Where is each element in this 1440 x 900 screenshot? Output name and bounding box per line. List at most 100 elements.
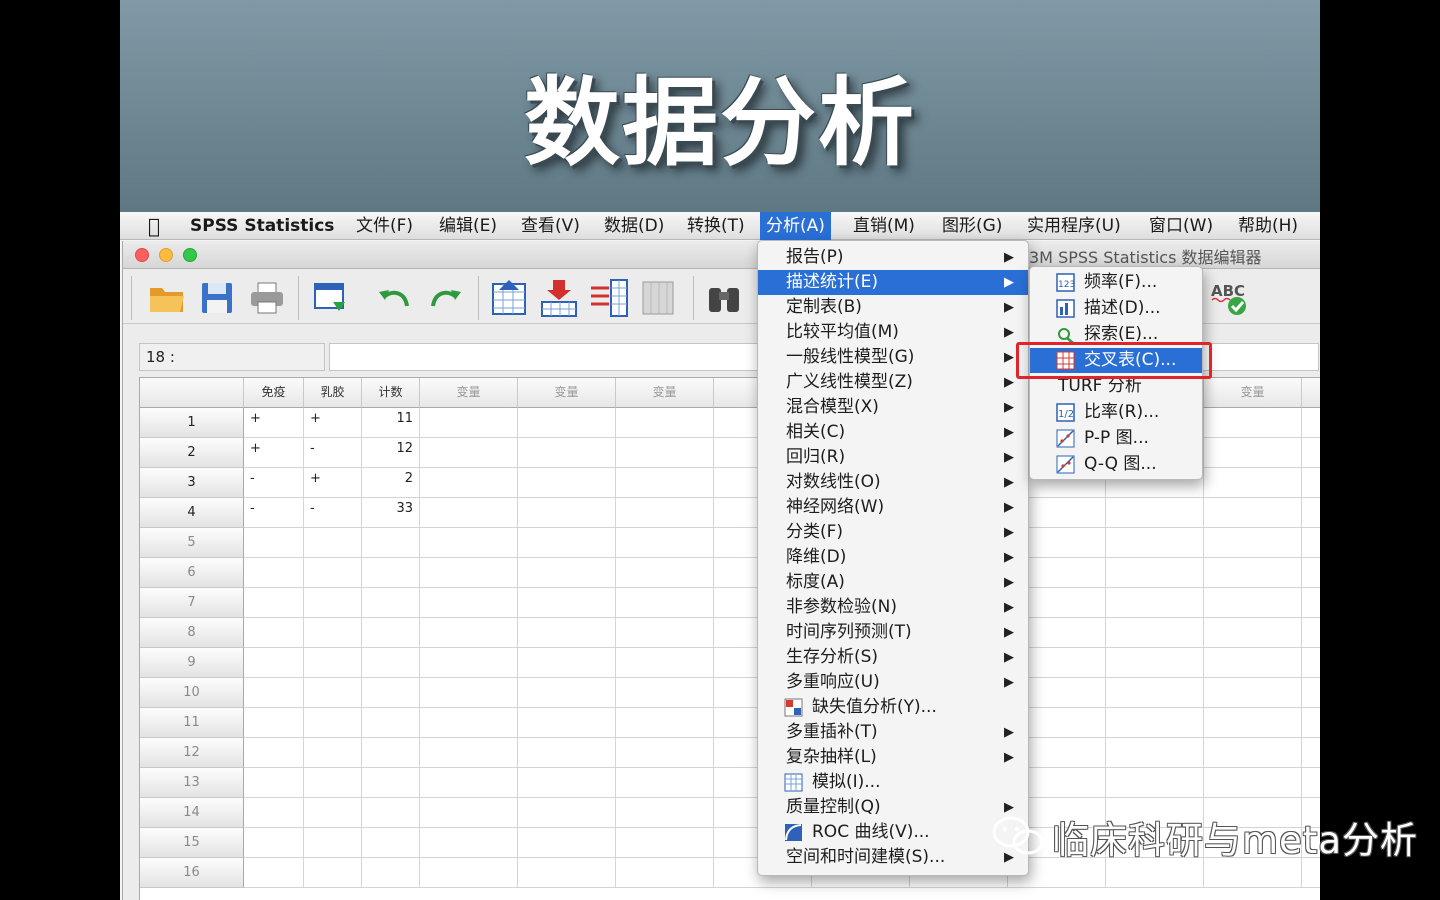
analyze-menu-item[interactable]: 复杂抽样(L) ▶ [758, 745, 1028, 770]
column-header[interactable]: 免疫 [244, 378, 304, 408]
redo-icon[interactable] [425, 278, 465, 318]
table-cell[interactable] [1106, 498, 1204, 528]
table-cell[interactable] [244, 828, 304, 858]
table-cell[interactable]: 33 [362, 498, 420, 528]
table-cell[interactable] [420, 558, 518, 588]
close-button[interactable] [135, 248, 149, 262]
table-cell[interactable] [518, 828, 616, 858]
apple-icon[interactable]:  [142, 212, 166, 240]
row-header[interactable]: 9 [140, 648, 244, 678]
table-cell[interactable] [518, 678, 616, 708]
analyze-menu-item[interactable]: 模拟(I)... [758, 770, 1028, 795]
analyze-menu-item[interactable]: 定制表(B) ▶ [758, 295, 1028, 320]
table-cell[interactable]: - [244, 468, 304, 498]
menu-edit[interactable]: 编辑(E) [433, 212, 503, 240]
table-cell[interactable]: 12 [362, 438, 420, 468]
table-cell[interactable] [304, 708, 362, 738]
table-cell[interactable] [1204, 738, 1302, 768]
table-cell[interactable]: - [304, 438, 362, 468]
analyze-menu-item[interactable]: 非参数检验(N) ▶ [758, 595, 1028, 620]
submenu-item[interactable]: 1/2 比率(R)... [1030, 400, 1202, 425]
minimize-button[interactable] [159, 248, 173, 262]
analyze-menu-item[interactable]: 相关(C) ▶ [758, 420, 1028, 445]
table-cell[interactable] [304, 558, 362, 588]
analyze-menu-item[interactable]: 回归(R) ▶ [758, 445, 1028, 470]
table-cell[interactable]: 11 [362, 408, 420, 438]
table-cell[interactable] [616, 738, 714, 768]
table-cell[interactable] [362, 798, 420, 828]
table-cell[interactable] [244, 708, 304, 738]
table-cell[interactable] [518, 498, 616, 528]
analyze-menu-item[interactable]: 比较平均值(M) ▶ [758, 320, 1028, 345]
analyze-menu-item[interactable]: ROC 曲线(V)... [758, 820, 1028, 845]
table-cell[interactable] [616, 588, 714, 618]
table-cell[interactable]: + [244, 408, 304, 438]
table-cell[interactable] [362, 828, 420, 858]
column-header[interactable] [1302, 378, 1320, 408]
table-cell[interactable] [362, 648, 420, 678]
insert-cases-icon[interactable] [539, 278, 579, 318]
table-cell[interactable] [616, 438, 714, 468]
analyze-menu-item[interactable]: 缺失值分析(Y)... [758, 695, 1028, 720]
table-cell[interactable] [362, 558, 420, 588]
table-cell[interactable] [304, 618, 362, 648]
table-cell[interactable] [518, 708, 616, 738]
table-cell[interactable] [1302, 468, 1320, 498]
table-cell[interactable] [420, 528, 518, 558]
menu-file[interactable]: 文件(F) [350, 212, 419, 240]
table-cell[interactable] [420, 768, 518, 798]
table-cell[interactable] [1302, 648, 1320, 678]
analyze-menu-item[interactable]: 神经网络(W) ▶ [758, 495, 1028, 520]
table-cell[interactable] [1106, 588, 1204, 618]
table-cell[interactable] [1302, 528, 1320, 558]
binoculars-icon[interactable] [705, 278, 745, 318]
analyze-menu-item[interactable]: 降维(D) ▶ [758, 545, 1028, 570]
row-header[interactable]: 11 [140, 708, 244, 738]
table-cell[interactable] [1302, 588, 1320, 618]
table-cell[interactable] [362, 858, 420, 888]
submenu-item[interactable]: Q-Q 图... [1030, 452, 1202, 477]
table-cell[interactable] [1302, 498, 1320, 528]
table-cell[interactable] [1302, 438, 1320, 468]
analyze-menu-item[interactable]: 一般线性模型(G) ▶ [758, 345, 1028, 370]
table-cell[interactable] [244, 648, 304, 678]
table-cell[interactable] [244, 528, 304, 558]
table-cell[interactable] [1106, 618, 1204, 648]
spell-check-icon[interactable]: ABC [1209, 278, 1249, 318]
table-cell[interactable] [1106, 738, 1204, 768]
table-cell[interactable] [518, 408, 616, 438]
table-cell[interactable] [1106, 708, 1204, 738]
weight-cases-icon[interactable] [639, 278, 679, 318]
row-header[interactable]: 8 [140, 618, 244, 648]
table-cell[interactable] [420, 468, 518, 498]
menu-direct-marketing[interactable]: 直销(M) [847, 212, 921, 240]
menu-view[interactable]: 查看(V) [515, 212, 586, 240]
row-header[interactable]: 12 [140, 738, 244, 768]
row-header[interactable]: 7 [140, 588, 244, 618]
table-cell[interactable] [1302, 618, 1320, 648]
row-header[interactable]: 6 [140, 558, 244, 588]
submenu-item[interactable]: P-P 图... [1030, 426, 1202, 451]
row-header[interactable]: 16 [140, 858, 244, 888]
table-cell[interactable] [1106, 648, 1204, 678]
table-cell[interactable] [420, 498, 518, 528]
analyze-menu-item[interactable]: 多重响应(U) ▶ [758, 670, 1028, 695]
table-cell[interactable] [1106, 678, 1204, 708]
table-cell[interactable] [616, 798, 714, 828]
analyze-menu-item[interactable]: 多重插补(T) ▶ [758, 720, 1028, 745]
table-cell[interactable] [616, 468, 714, 498]
zoom-button[interactable] [183, 248, 197, 262]
column-header[interactable]: 变量 [616, 378, 714, 408]
table-cell[interactable] [518, 438, 616, 468]
table-cell[interactable] [362, 768, 420, 798]
table-cell[interactable] [362, 738, 420, 768]
table-cell[interactable]: 2 [362, 468, 420, 498]
menu-transform[interactable]: 转换(T) [681, 212, 751, 240]
column-header[interactable]: 乳胶 [304, 378, 362, 408]
table-cell[interactable] [420, 678, 518, 708]
undo-icon[interactable] [375, 278, 415, 318]
row-header[interactable]: 5 [140, 528, 244, 558]
row-header[interactable]: 15 [140, 828, 244, 858]
open-folder-icon[interactable] [147, 278, 187, 318]
table-cell[interactable] [616, 408, 714, 438]
